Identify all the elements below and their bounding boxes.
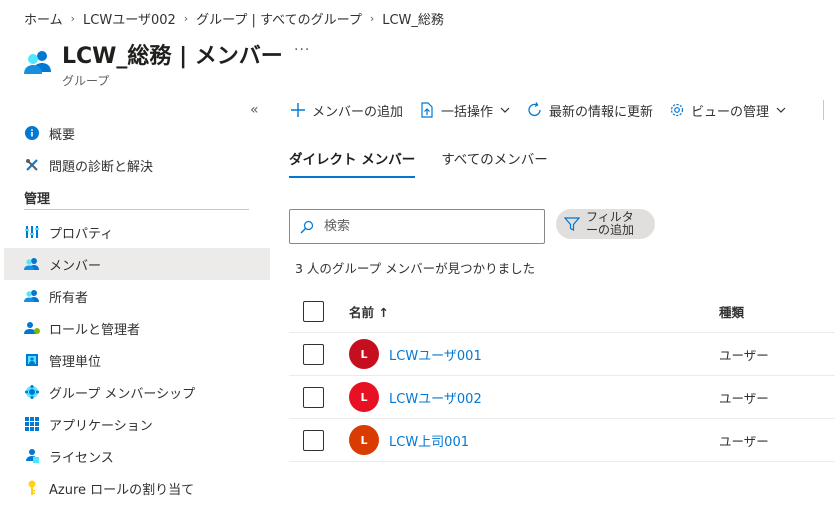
sidebar-item-label: グループ メンバーシップ [49,386,196,402]
row-checkbox[interactable] [303,429,324,451]
table-row: L LCW上司001 ユーザー [289,419,835,462]
roles-icon [24,320,40,336]
sidebar-item-roles[interactable]: ロールと管理者 [0,312,270,344]
group-membership-icon [24,384,40,400]
sidebar-item-members[interactable]: メンバー [4,248,270,280]
search-box [289,209,545,244]
more-options-button[interactable]: ... [294,38,310,54]
sidebar-item-properties[interactable]: プロパティ [0,216,270,248]
bulk-operations-label: 一括操作 [441,104,494,120]
plus-icon [291,103,305,117]
chevron-down-icon [500,107,510,113]
properties-icon [24,224,40,240]
page-title: LCW_総務 | メンバー [62,44,283,69]
wrench-icon [24,157,40,173]
sidebar-item-label: Azure ロールの割り当て [49,482,195,498]
sidebar-item-label: 問題の診断と解決 [49,159,154,175]
sidebar-item-group-membership[interactable]: グループ メンバーシップ [0,376,270,408]
tab-direct-members[interactable]: ダイレクト メンバー [289,148,416,178]
owners-icon [24,288,40,304]
bulk-operations-button[interactable]: 一括操作 [419,101,511,120]
gear-icon [670,103,684,117]
member-name-cell: L LCW上司001 [349,425,469,455]
search-icon [300,220,314,233]
page-header: LCW_総務 | メンバー グループ [22,38,283,89]
member-type: ユーザー [719,390,769,406]
chevron-right-icon: › [369,12,375,25]
info-icon [24,125,40,141]
divider [24,209,249,210]
sidebar-item-label: 概要 [49,127,76,143]
member-name-link[interactable]: LCWユーザ001 [389,345,482,364]
sidebar: 概要 問題の診断と解決 管理 プロパティ メンバー 所有者 ロールと管理者 管理… [0,117,270,504]
member-name-link[interactable]: LCWユーザ002 [389,388,482,407]
member-name-link[interactable]: LCW上司001 [389,431,469,450]
refresh-button[interactable]: 最新の情報に更新 [527,101,653,120]
collapse-sidebar-button[interactable]: « [250,102,259,118]
add-member-label: メンバーの追加 [312,104,404,120]
sidebar-item-label: 管理単位 [49,354,102,370]
page-subtitle: グループ [62,74,110,88]
admin-units-icon [24,352,40,368]
sidebar-item-label: メンバー [49,258,102,274]
column-header-type[interactable]: 種類 [719,302,744,321]
chevron-right-icon: › [70,12,76,25]
breadcrumb-user[interactable]: LCWユーザ002 [83,9,176,28]
chevron-right-icon: › [183,12,189,25]
chevron-down-icon [776,107,786,113]
table-row: L LCWユーザ001 ユーザー [289,333,835,376]
row-checkbox[interactable] [303,343,324,365]
refresh-label: 最新の情報に更新 [549,104,654,120]
sidebar-item-overview[interactable]: 概要 [0,117,270,149]
add-filter-label: フィルタ ーの追加 [586,211,634,237]
sidebar-item-label: プロパティ [49,226,114,242]
breadcrumb-group[interactable]: LCW_総務 [382,9,444,28]
toolbar-divider [823,100,824,120]
avatar: L [349,339,379,369]
sidebar-item-owners[interactable]: 所有者 [0,280,270,312]
members-table: 名前 ↑ 種類 L LCWユーザ001 ユーザー L LCWユーザ002 ユーザ… [289,290,835,462]
sidebar-item-diagnose[interactable]: 問題の診断と解決 [0,149,270,181]
licenses-icon [24,448,40,464]
result-count: 3 人のグループ メンバーが見つかりました [295,261,536,276]
group-icon [24,51,51,74]
breadcrumb: ホーム › LCWユーザ002 › グループ | すべてのグループ › LCW_… [24,9,444,28]
key-icon [24,480,40,496]
member-type: ユーザー [719,347,769,363]
tab-list: ダイレクト メンバー すべてのメンバー [289,148,574,178]
member-name-cell: L LCWユーザ002 [349,382,482,412]
member-type: ユーザー [719,433,769,449]
row-checkbox[interactable] [303,386,324,408]
avatar: L [349,382,379,412]
sidebar-item-admin-units[interactable]: 管理単位 [0,344,270,376]
sidebar-item-label: ロールと管理者 [49,322,141,338]
manage-view-button[interactable]: ビューの管理 [669,101,787,120]
tab-all-members[interactable]: すべてのメンバー [441,148,548,178]
refresh-icon [528,102,541,117]
table-header-row: 名前 ↑ 種類 [289,290,835,333]
applications-icon [24,416,40,432]
add-member-button[interactable]: メンバーの追加 [290,101,403,120]
member-name-cell: L LCWユーザ001 [349,339,482,369]
filter-icon [564,217,580,231]
sidebar-item-applications[interactable]: アプリケーション [0,408,270,440]
search-input[interactable] [324,219,524,234]
sidebar-item-azure-roles[interactable]: Azure ロールの割り当て [0,472,270,504]
table-row: L LCWユーザ002 ユーザー [289,376,835,419]
column-header-name[interactable]: 名前 ↑ [349,302,389,321]
sidebar-item-label: アプリケーション [49,418,153,434]
breadcrumb-groups[interactable]: グループ | すべてのグループ [196,9,362,28]
add-filter-label-line2: ーの追加 [586,223,635,237]
add-filter-button[interactable]: フィルタ ーの追加 [556,209,655,239]
select-all-checkbox[interactable] [303,300,324,322]
command-bar: メンバーの追加 一括操作 最新の情報に更新 ビューの管理 [290,96,803,124]
breadcrumb-home[interactable]: ホーム [24,9,63,28]
document-upload-icon [421,102,433,118]
sidebar-item-label: ライセンス [49,450,114,466]
manage-view-label: ビューの管理 [691,104,770,120]
avatar: L [349,425,379,455]
sidebar-item-licenses[interactable]: ライセンス [0,440,270,472]
sidebar-item-label: 所有者 [49,290,89,306]
members-icon [24,256,40,272]
